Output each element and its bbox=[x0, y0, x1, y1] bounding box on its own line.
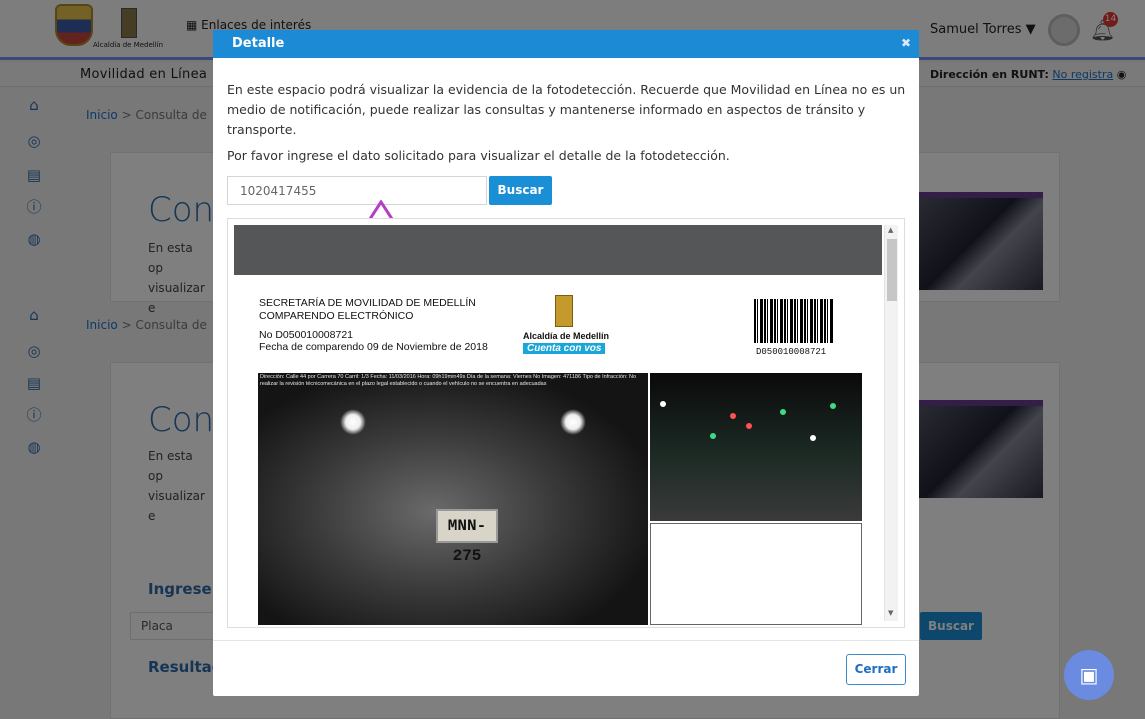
viewer-scrollbar[interactable]: ▲ ▼ bbox=[884, 225, 898, 621]
scrollbar-thumb[interactable] bbox=[887, 239, 897, 301]
scroll-down-icon[interactable]: ▼ bbox=[888, 609, 893, 617]
search-button[interactable]: Buscar bbox=[489, 176, 552, 205]
license-plate: MNN-275 bbox=[436, 509, 498, 565]
pdf-toolbar bbox=[234, 225, 882, 275]
photo-caption: Dirección: Calle 44 por Carrera 70 Carri… bbox=[260, 374, 637, 387]
street-light bbox=[830, 403, 836, 409]
blank-photo-frame bbox=[650, 523, 862, 625]
close-button[interactable]: Cerrar bbox=[846, 654, 906, 685]
close-icon[interactable]: ✖ bbox=[901, 36, 911, 50]
street-photo bbox=[650, 373, 862, 521]
comparendo-date: Fecha de comparendo 09 de Noviembre de 2… bbox=[259, 341, 488, 353]
street-light bbox=[746, 423, 752, 429]
vehicle-photo: Dirección: Calle 44 por Carrera 70 Carri… bbox=[258, 373, 648, 625]
comparendo-number: No D050010008721 bbox=[259, 329, 353, 341]
tail-light bbox=[340, 409, 366, 435]
modal-title: Detalle bbox=[232, 36, 285, 51]
street-light bbox=[730, 413, 736, 419]
barcode-image bbox=[754, 299, 834, 343]
chatbot-button[interactable]: ▣ bbox=[1064, 650, 1114, 700]
logo-line-2: Cuenta con vos bbox=[523, 343, 606, 354]
tail-light bbox=[560, 409, 586, 435]
barcode-number: D050010008721 bbox=[756, 347, 827, 357]
street-light bbox=[660, 401, 666, 407]
comparendo-info: No D050010008721 Fecha de comparendo 09 … bbox=[259, 329, 488, 353]
detalle-modal: Detalle ✖ En este espacio podrá visualiz… bbox=[213, 30, 919, 696]
modal-header: Detalle ✖ bbox=[213, 30, 919, 58]
secretaria-text: SECRETARÍA DE MOVILIDAD DE MEDELLÍN bbox=[259, 297, 476, 309]
comparendo-title: COMPARENDO ELECTRÓNICO bbox=[259, 310, 414, 322]
street-light bbox=[810, 435, 816, 441]
logo-line-1: Alcaldía de Medellín bbox=[523, 331, 610, 341]
scroll-up-icon[interactable]: ▲ bbox=[888, 226, 893, 234]
modal-intro-text: En este espacio podrá visualizar la evid… bbox=[227, 82, 906, 137]
street-light bbox=[780, 409, 786, 415]
street-light bbox=[710, 433, 716, 439]
alcaldia-tower-icon bbox=[555, 295, 573, 327]
alcaldia-document-logo: Alcaldía de Medellín Cuenta con vos bbox=[519, 295, 615, 357]
modal-instruction-text: Por favor ingrese el dato solicitado par… bbox=[227, 148, 730, 163]
pdf-viewer[interactable]: ▲ ▼ SECRETARÍA DE MOVILIDAD DE MEDELLÍN … bbox=[227, 218, 905, 628]
modal-footer-divider bbox=[213, 640, 919, 641]
robot-icon: ▣ bbox=[1079, 663, 1099, 687]
comparendo-page: SECRETARÍA DE MOVILIDAD DE MEDELLÍN COMP… bbox=[234, 275, 882, 625]
document-number-input[interactable] bbox=[227, 176, 487, 205]
comparendo-heading: SECRETARÍA DE MOVILIDAD DE MEDELLÍN COMP… bbox=[259, 297, 476, 323]
